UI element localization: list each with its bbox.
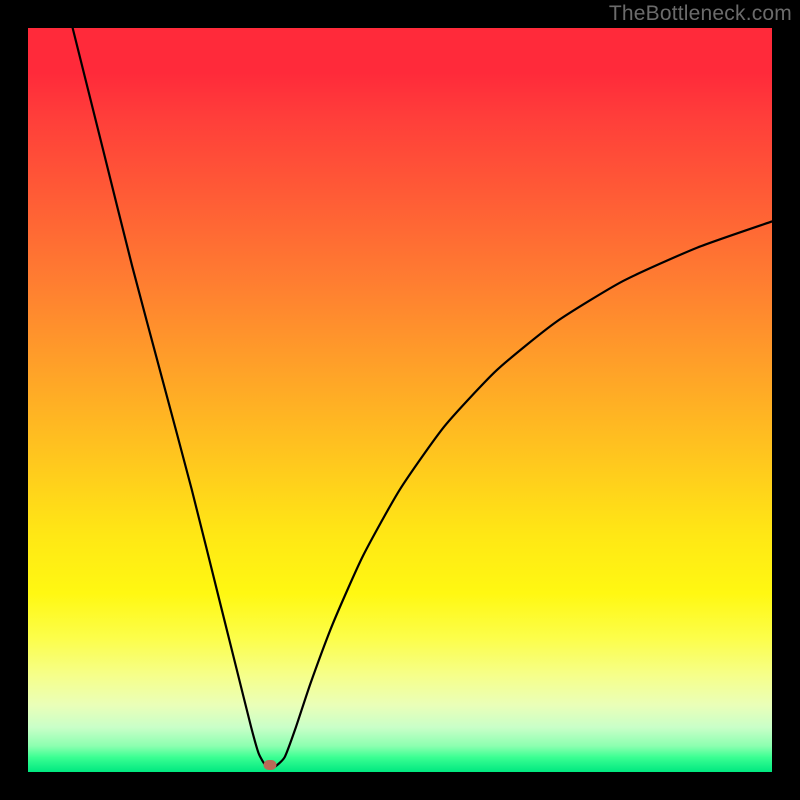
curve-svg — [28, 28, 772, 772]
chart-frame: TheBottleneck.com — [0, 0, 800, 800]
watermark-text: TheBottleneck.com — [609, 2, 792, 26]
bottleneck-curve — [73, 28, 772, 768]
plot-area — [28, 28, 772, 772]
optimal-point-marker — [263, 760, 276, 770]
